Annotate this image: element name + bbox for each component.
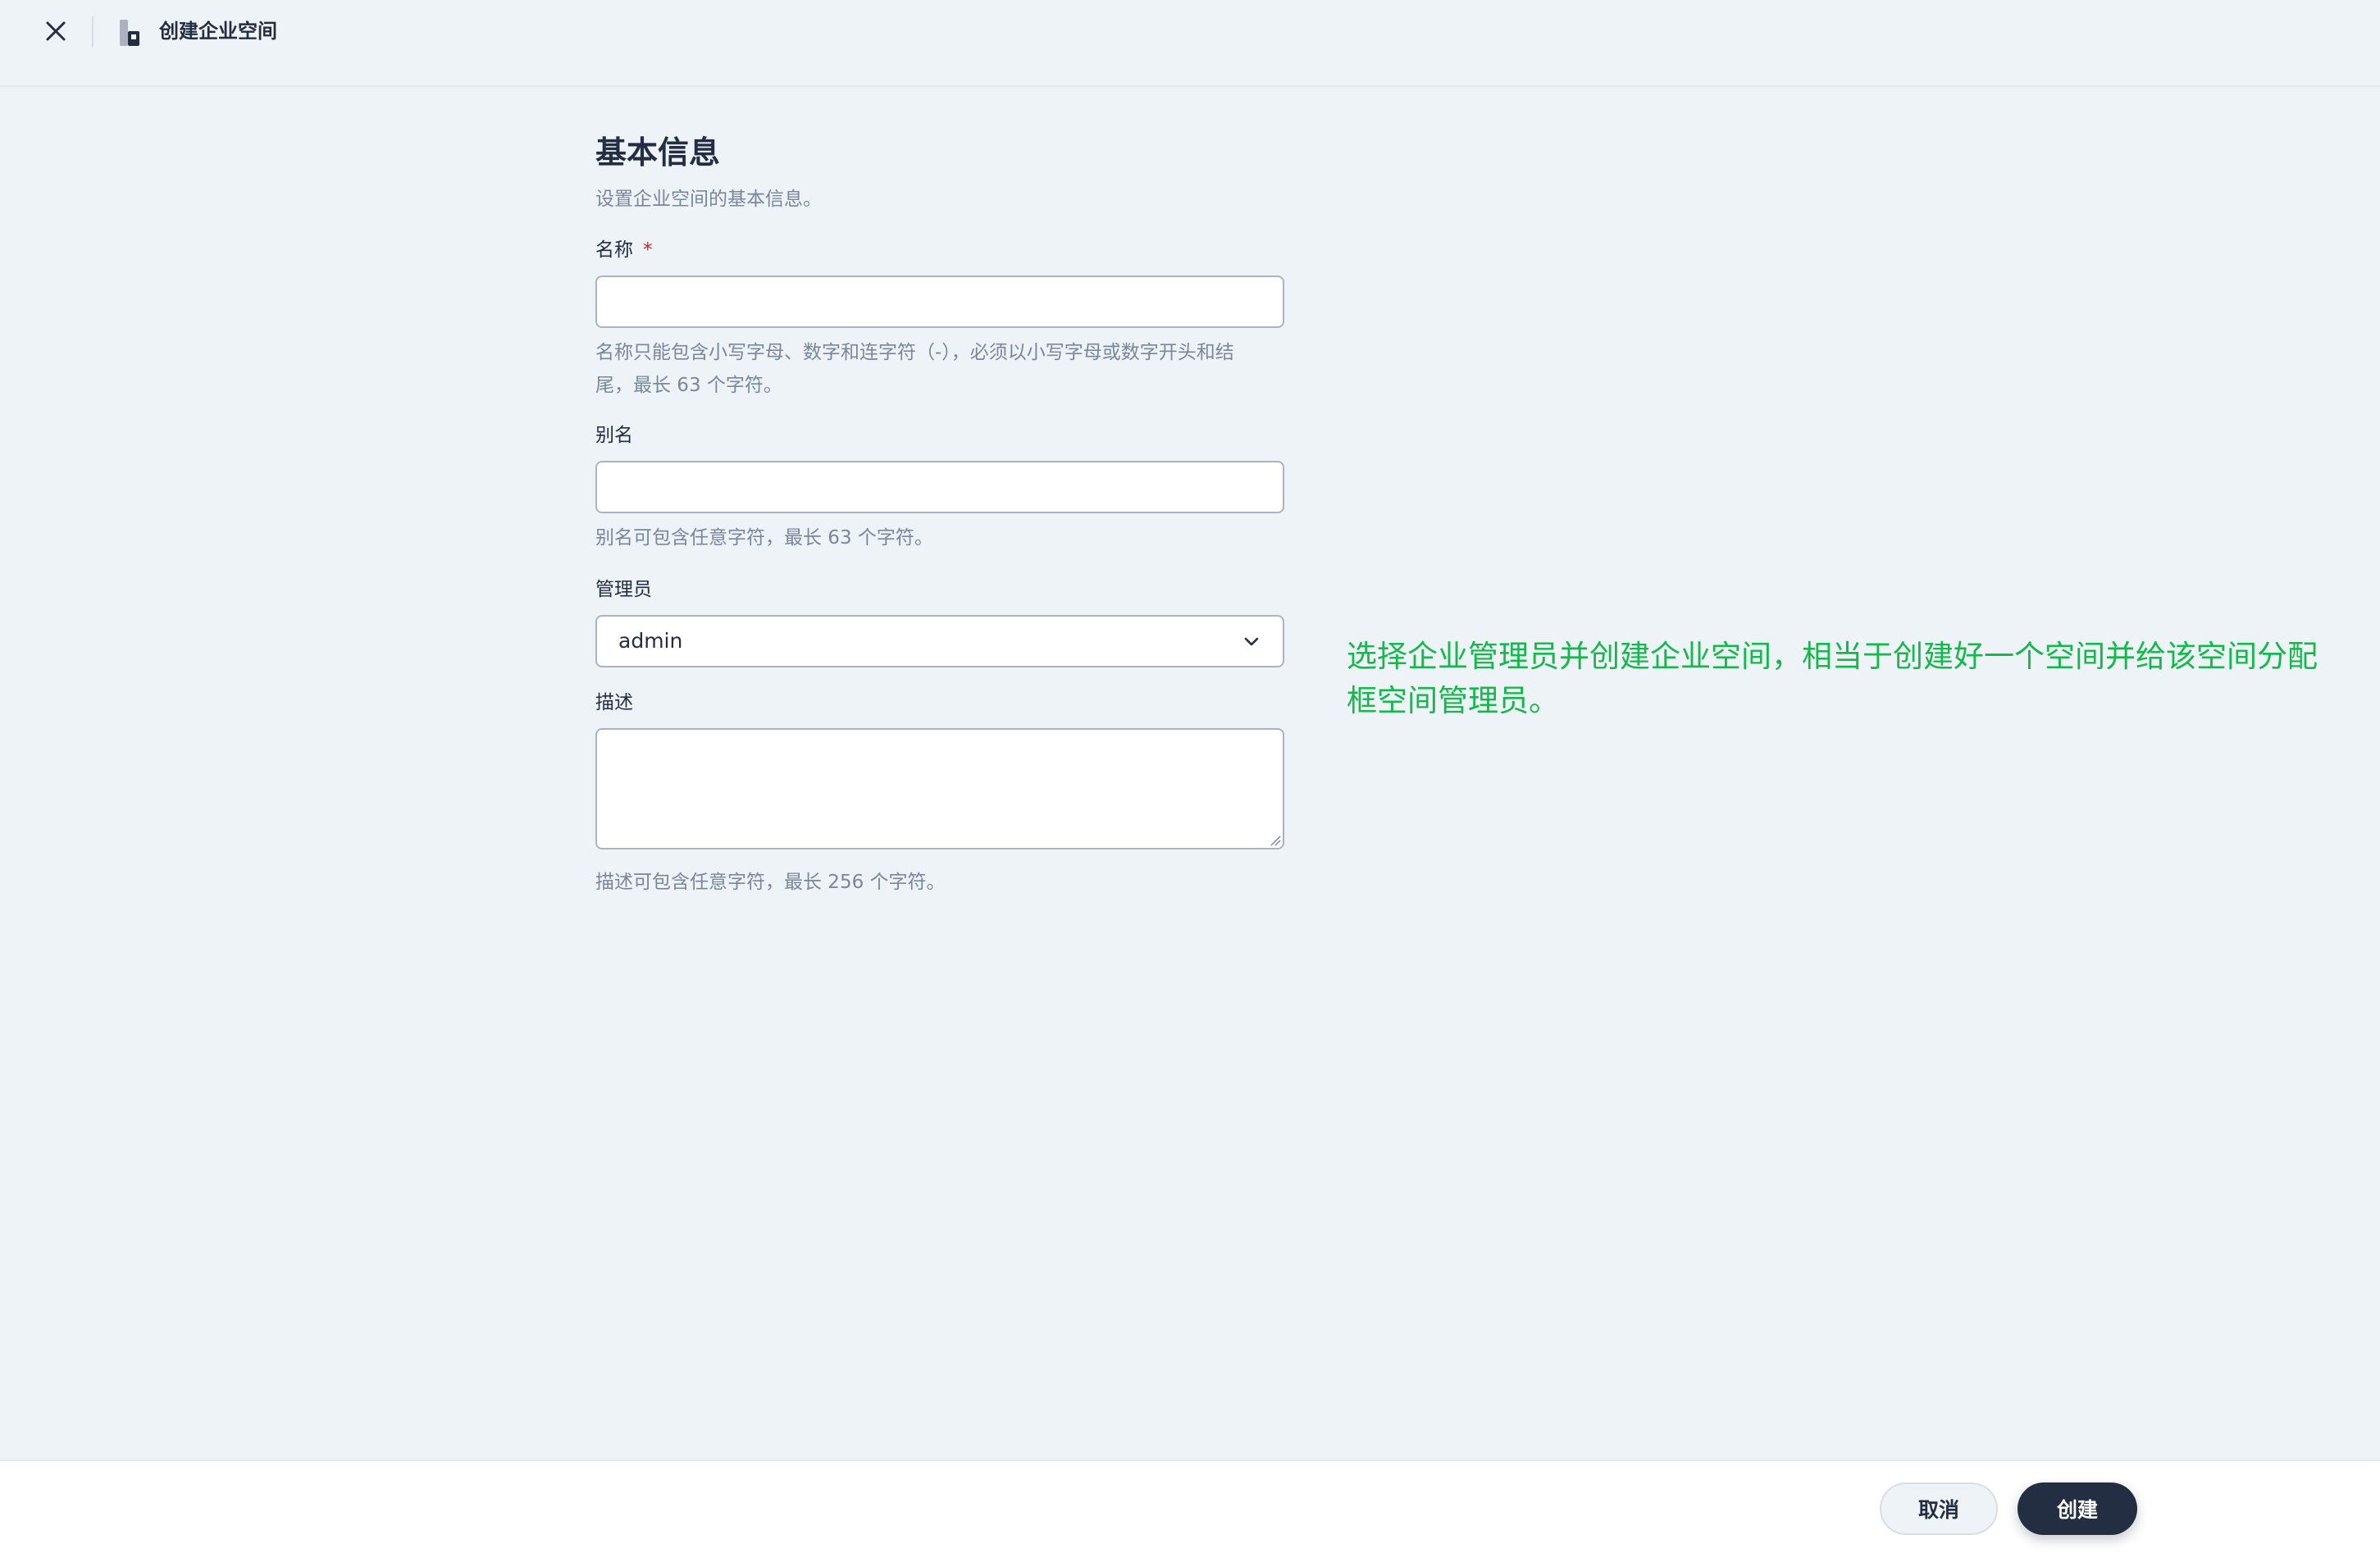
resize-handle-icon[interactable] xyxy=(1270,835,1281,846)
section-title: 基本信息 xyxy=(595,134,721,171)
close-icon xyxy=(46,21,66,41)
page-title: 创建企业空间 xyxy=(159,20,277,43)
create-workspace-page: 创建企业空间 基本信息 设置企业空间的基本信息。 名称 * 名称只能包含小写字母、… xyxy=(0,0,2380,1553)
name-field-group: 名称 * 名称只能包含小写字母、数字和连字符（-），必须以小写字母或数字开头和结 … xyxy=(595,236,1284,402)
section-description: 设置企业空间的基本信息。 xyxy=(595,189,822,210)
alias-label: 别名 xyxy=(595,425,633,446)
description-hint: 描述可包含任意字符，最长 256 个字符。 xyxy=(595,872,946,893)
admin-field-group: 管理员 admin xyxy=(595,576,1284,667)
alias-hint: 别名可包含任意字符，最长 63 个字符。 xyxy=(595,527,933,549)
name-label-text: 名称 xyxy=(595,239,633,261)
workspace-form: 基本信息 设置企业空间的基本信息。 名称 * 名称只能包含小写字母、数字和连字符（… xyxy=(595,131,1284,899)
required-mark: * xyxy=(643,239,653,261)
description-label: 描述 xyxy=(595,692,633,713)
name-hint-line2: 尾，最长 63 个字符。 xyxy=(595,375,782,396)
page-header: 创建企业空间 xyxy=(0,0,2380,87)
chevron-down-icon xyxy=(1244,637,1259,646)
workspace-icon xyxy=(120,20,139,46)
name-hint-line1: 名称只能包含小写字母、数字和连字符（-），必须以小写字母或数字开头和结 xyxy=(595,342,1234,363)
admin-select-value: admin xyxy=(618,629,683,653)
description-field-group: 描述 描述可包含任意字符，最长 256 个字符。 xyxy=(595,689,1284,899)
name-hint: 名称只能包含小写字母、数字和连字符（-），必须以小写字母或数字开头和结 尾，最长… xyxy=(595,336,1284,402)
description-textarea[interactable] xyxy=(595,728,1284,849)
alias-field-group: 别名 别名可包含任意字符，最长 63 个字符。 xyxy=(595,421,1284,554)
header-divider xyxy=(92,16,93,48)
name-label: 名称 * xyxy=(595,236,1284,264)
annotation-line1: 选择企业管理员并创建企业空间，相当于创建好一个空间并给该空间分配 xyxy=(1347,639,2318,674)
annotation-note: 选择企业管理员并创建企业空间，相当于创建好一个空间并给该空间分配 框空间管理员。 xyxy=(1347,635,2347,723)
name-input[interactable] xyxy=(595,276,1284,328)
page-footer: 取消 创建 xyxy=(0,1460,2380,1553)
alias-input[interactable] xyxy=(595,461,1284,513)
create-button[interactable]: 创建 xyxy=(2018,1482,2137,1535)
annotation-line2: 框空间管理员。 xyxy=(1347,683,1559,718)
close-button[interactable] xyxy=(36,15,75,48)
cancel-button[interactable]: 取消 xyxy=(1880,1482,1998,1535)
admin-select[interactable]: admin xyxy=(595,615,1284,667)
admin-label: 管理员 xyxy=(595,579,652,600)
